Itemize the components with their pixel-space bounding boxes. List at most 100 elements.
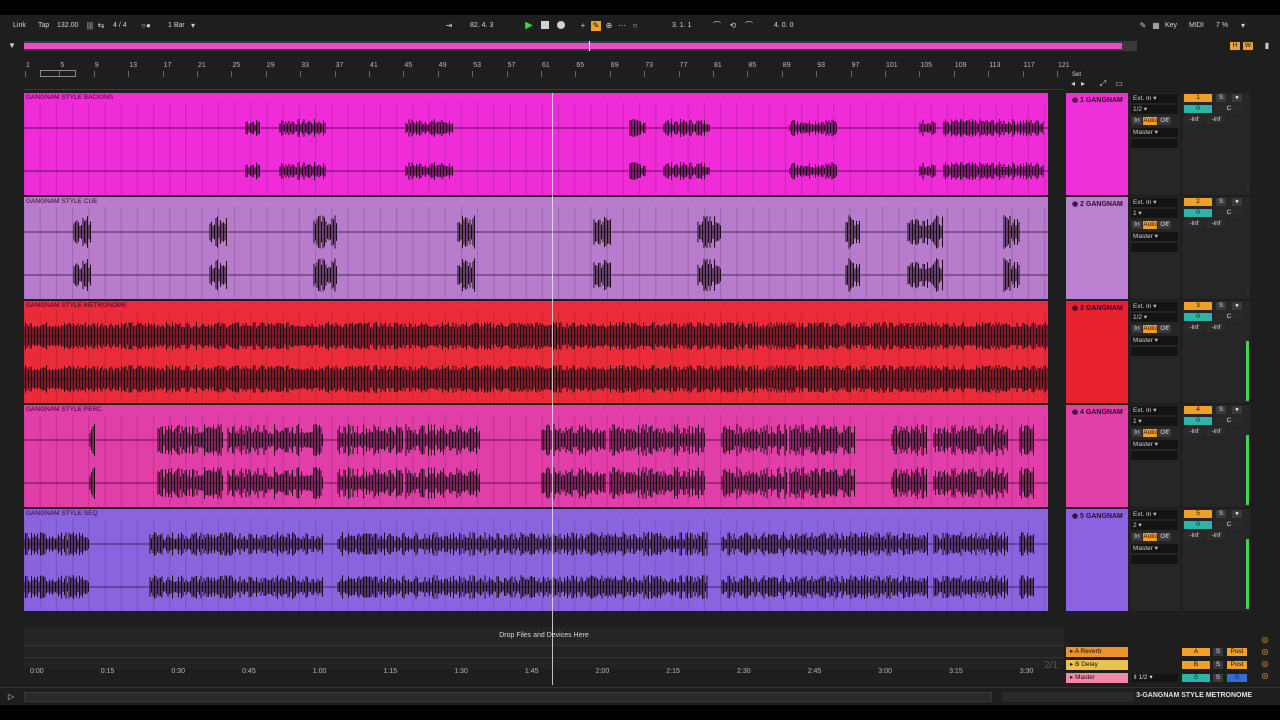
arrangement-clip[interactable]: GANGNAM STYLE METRONOME (24, 301, 1048, 403)
input-channel-select[interactable]: 1/2 ▾ (1131, 313, 1178, 322)
play-icon[interactable]: ▶ (524, 21, 534, 31)
locator-prev-icon[interactable]: ◂ (1068, 79, 1078, 89)
solo-button[interactable]: S (1213, 674, 1223, 682)
monitor-auto-button[interactable]: Auto (1143, 429, 1157, 437)
level-right[interactable]: -inf (1206, 324, 1226, 332)
automation-arm-icon[interactable]: ✎ (591, 21, 601, 31)
arrangement-clip[interactable]: GANGNAM STYLE CUE (24, 197, 1048, 299)
view-toggle-icon[interactable]: ◎ (1260, 635, 1270, 645)
follow-icon[interactable]: ⇥ (444, 21, 454, 31)
level-right[interactable]: -inf (1206, 220, 1226, 228)
loop-brace[interactable] (40, 70, 76, 77)
tempo-field[interactable]: 132.00 (57, 21, 78, 31)
pan-field[interactable]: C (1216, 417, 1242, 425)
solo-button[interactable]: S (1216, 302, 1226, 310)
track-name[interactable]: ◉ 3 GANGNAM (1072, 304, 1123, 312)
empty-slot[interactable] (1131, 555, 1178, 564)
monitor-auto-button[interactable]: Auto (1143, 325, 1157, 333)
track-name[interactable]: ◉ 5 GANGNAM (1072, 512, 1123, 520)
track-header[interactable]: ◉ 4 GANGNAM (1066, 405, 1128, 507)
nudge-icon[interactable]: ⇆ (96, 21, 106, 31)
track-name[interactable]: ◉ 1 GANGNAM (1072, 96, 1123, 104)
monitor-in-button[interactable]: In (1132, 117, 1142, 125)
track-activator-button[interactable]: 5 (1184, 510, 1212, 518)
pan-field[interactable]: C (1216, 209, 1242, 217)
clip-waveform-preview[interactable] (1002, 692, 1134, 702)
loop-icon[interactable]: ⟲ (728, 21, 738, 31)
loop-start-field[interactable]: 3. 1. 1 (672, 21, 691, 31)
return-track-header[interactable]: ▸ B Delay (1066, 660, 1128, 670)
arrangement-clip[interactable]: GANGNAM STYLE PERC (24, 405, 1048, 507)
arrangement-clip[interactable]: GANGNAM STYLE BACKING (24, 93, 1048, 195)
track-header[interactable]: ◉ 2 GANGNAM (1066, 197, 1128, 299)
level-left[interactable]: -inf (1184, 116, 1204, 124)
track-activator-button[interactable]: 3 (1184, 302, 1212, 310)
midi-map-button[interactable]: MIDI (1189, 21, 1204, 31)
volume-field[interactable]: 0 (1184, 417, 1212, 425)
monitor-in-button[interactable]: In (1132, 325, 1142, 333)
pre-post-button[interactable]: Post (1227, 648, 1247, 656)
hide-w-button[interactable]: W (1243, 42, 1253, 50)
output-select[interactable]: Master ▾ (1131, 544, 1178, 553)
capture-icon[interactable]: ⋯ (617, 21, 627, 31)
track-header[interactable]: ◉ 1 GANGNAM (1066, 93, 1128, 195)
monitor-off-button[interactable]: Off (1158, 533, 1171, 541)
volume-field[interactable]: 0 (1184, 209, 1212, 217)
locator-next-icon[interactable]: ▸ (1078, 79, 1088, 89)
drop-zone[interactable]: Drop Files and Devices Here (24, 627, 1064, 645)
monitor-off-button[interactable]: Off (1158, 117, 1171, 125)
key-map-button[interactable]: Key (1165, 21, 1177, 31)
chevron-down-icon[interactable]: ▾ (1238, 21, 1248, 31)
output-select[interactable]: Master ▾ (1131, 128, 1178, 137)
arrangement-clip[interactable]: GANGNAM STYLE SEQ (24, 509, 1048, 611)
input-channel-select[interactable]: 1/2 ▾ (1131, 105, 1178, 114)
lock-icon[interactable]: ▭ (1114, 79, 1124, 89)
solo-button[interactable]: S (1213, 648, 1223, 656)
play-outline-icon[interactable]: ▷ (6, 692, 16, 702)
output-select[interactable]: Master ▾ (1131, 232, 1178, 241)
solo-button[interactable]: S (1213, 661, 1223, 669)
monitor-off-button[interactable]: Off (1158, 429, 1171, 437)
pre-post-button[interactable]: 0 (1227, 674, 1247, 682)
return-activator-button[interactable]: 0 (1182, 674, 1210, 682)
volume-field[interactable]: 0 (1184, 313, 1212, 321)
monitor-in-button[interactable]: In (1132, 533, 1142, 541)
empty-slot[interactable] (1131, 243, 1178, 252)
input-channel-select[interactable]: 1 ▾ (1131, 417, 1178, 426)
return-track-header[interactable]: ▸ A Reverb (1066, 647, 1128, 657)
monitor-auto-button[interactable]: Auto (1143, 117, 1157, 125)
overdub-icon[interactable]: + (578, 21, 588, 31)
metro-bars-icon[interactable]: ||| (85, 21, 95, 31)
arm-button[interactable]: ● (1232, 302, 1242, 310)
empty-slot[interactable] (1131, 139, 1178, 148)
view-toggle-icon[interactable]: ◎ (1260, 659, 1270, 669)
pan-field[interactable]: C (1216, 313, 1242, 321)
return-activator-button[interactable]: B (1182, 661, 1210, 669)
view-toggle-icon[interactable]: ◎ (1260, 671, 1270, 681)
volume-field[interactable]: 0 (1184, 521, 1212, 529)
track-header[interactable]: ◉ 5 GANGNAM (1066, 509, 1128, 611)
expand-icon[interactable]: ⤢ (1098, 79, 1108, 89)
arrangement-overview[interactable] (24, 41, 1137, 51)
beat-time-ruler[interactable]: 1 5 9 13 17 21 25 29 33 37 41 45 49 53 57 61 65 69 73 77 81 8… (24, 60, 1070, 90)
track-activator-button[interactable]: 2 (1184, 198, 1212, 206)
solo-button[interactable]: S (1216, 94, 1226, 102)
track-activator-button[interactable]: 1 (1184, 94, 1212, 102)
monitor-auto-button[interactable]: Auto (1143, 533, 1157, 541)
stop-icon[interactable] (540, 21, 550, 31)
punch-in-icon[interactable]: ⌒ (712, 21, 722, 31)
output-select[interactable]: Master ▾ (1131, 336, 1178, 345)
track-header[interactable]: ◉ 3 GANGNAM (1066, 301, 1128, 403)
empty-slot[interactable] (1131, 451, 1178, 460)
level-right[interactable]: -inf (1206, 116, 1226, 124)
level-left[interactable]: -inf (1184, 324, 1204, 332)
level-right[interactable]: -inf (1206, 532, 1226, 540)
draw-mode-icon[interactable]: ✎ (1138, 21, 1148, 31)
solo-button[interactable]: S (1216, 198, 1226, 206)
pre-post-button[interactable]: Post (1227, 661, 1247, 669)
session-record-icon[interactable]: ○ (630, 21, 640, 31)
position-field[interactable]: 82. 4. 3 (470, 21, 493, 31)
input-type-select[interactable]: Ext. In ▾ (1131, 198, 1178, 207)
level-right[interactable]: -inf (1206, 428, 1226, 436)
chevron-down-icon[interactable]: ▾ (188, 21, 198, 31)
